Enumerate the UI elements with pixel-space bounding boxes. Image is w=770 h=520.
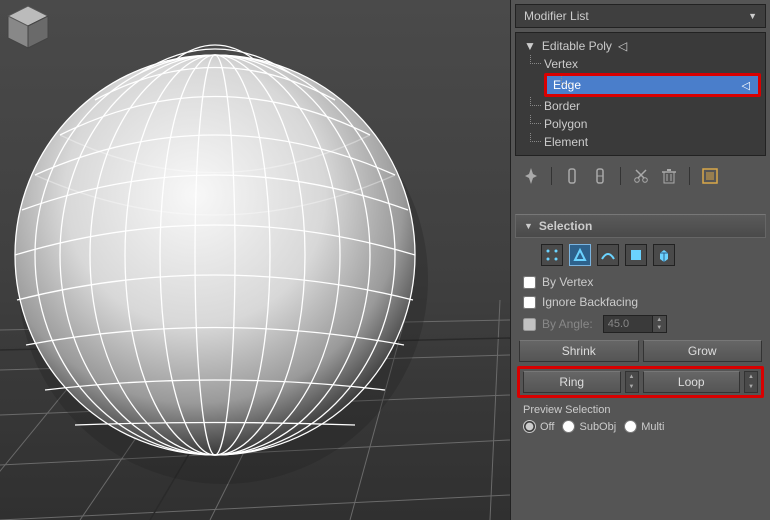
by-angle-checkbox: By Angle: 45.0 ▲▼ — [511, 312, 770, 336]
preview-selection-label: Preview Selection — [511, 400, 770, 416]
edge-icon[interactable] — [569, 244, 591, 266]
tube2-icon[interactable] — [590, 166, 610, 186]
radio-multi[interactable]: Multi — [624, 420, 664, 433]
viewport-3d[interactable] — [0, 0, 510, 520]
flag-icon: ◁ — [742, 79, 750, 92]
stack-item-editable-poly[interactable]: ▼ Editable Poly ◁ — [516, 37, 765, 55]
sphere-object[interactable] — [15, 55, 415, 455]
chevron-down-icon: ▼ — [748, 11, 757, 21]
by-angle-spinner: 45.0 — [603, 315, 653, 333]
stack-item-polygon[interactable]: Polygon — [516, 115, 765, 133]
stack-item-vertex[interactable]: Vertex — [516, 55, 765, 73]
tube-icon[interactable] — [562, 166, 582, 186]
stack-item-edge[interactable]: Edge ◁ — [547, 76, 758, 94]
radio-subobj[interactable]: SubObj — [562, 420, 616, 433]
radio-off[interactable]: Off — [523, 420, 554, 433]
selection-rollout-header[interactable]: ▼ Selection — [515, 214, 766, 238]
element-icon[interactable] — [653, 244, 675, 266]
stack-item-element[interactable]: Element — [516, 133, 765, 151]
modifier-list-dropdown[interactable]: Modifier List ▼ — [515, 4, 766, 28]
polygon-icon[interactable] — [625, 244, 647, 266]
scissors-icon[interactable] — [631, 166, 651, 186]
ring-button[interactable]: Ring — [523, 371, 621, 393]
config-icon[interactable] — [700, 166, 720, 186]
spinner-arrows: ▲▼ — [653, 315, 667, 333]
selection-title: Selection — [539, 219, 592, 233]
by-vertex-checkbox[interactable]: By Vertex — [511, 272, 770, 292]
grow-button[interactable]: Grow — [643, 340, 763, 362]
loop-spinner[interactable]: ▲▼ — [744, 371, 758, 393]
preview-selection-radios: Off SubObj Multi — [511, 416, 770, 441]
vertex-icon[interactable] — [541, 244, 563, 266]
modifier-stack[interactable]: ▼ Editable Poly ◁ Vertex Edge ◁ Border P… — [515, 32, 766, 156]
shrink-button[interactable]: Shrink — [519, 340, 639, 362]
subobject-icons — [531, 238, 770, 272]
ring-spinner[interactable]: ▲▼ — [625, 371, 639, 393]
stack-toolbar — [511, 160, 770, 192]
modifier-list-label: Modifier List — [524, 9, 589, 23]
trash-icon[interactable] — [659, 166, 679, 186]
stack-item-border[interactable]: Border — [516, 97, 765, 115]
collapse-icon: ▼ — [524, 39, 536, 53]
ignore-backfacing-checkbox[interactable]: Ignore Backfacing — [511, 292, 770, 312]
viewcube[interactable] — [0, 0, 56, 56]
loop-button[interactable]: Loop — [643, 371, 741, 393]
pin-icon[interactable] — [521, 166, 541, 186]
command-panel: Modifier List ▼ ▼ Editable Poly ◁ Vertex… — [510, 0, 770, 520]
border-icon[interactable] — [597, 244, 619, 266]
flag-icon: ◁ — [618, 39, 627, 53]
collapse-icon: ▼ — [524, 221, 533, 231]
stack-parent-label: Editable Poly — [542, 39, 612, 53]
